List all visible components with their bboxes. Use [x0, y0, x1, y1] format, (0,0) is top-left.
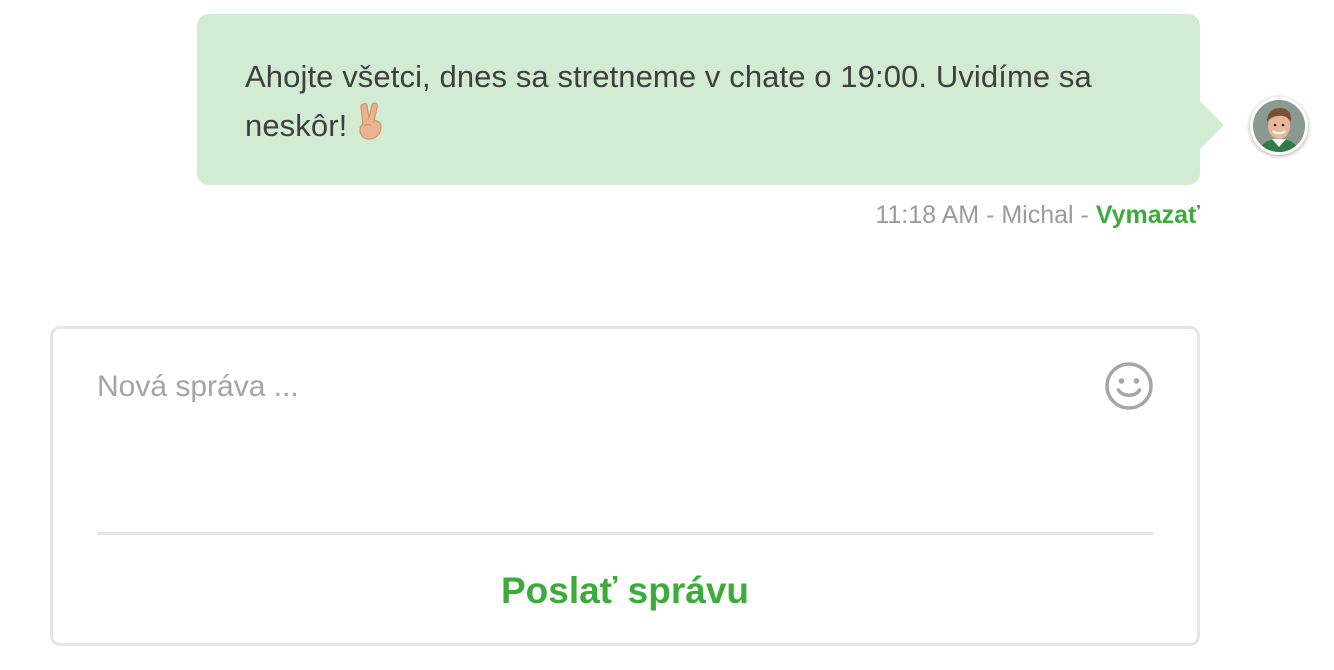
compose-box: Poslať správu [50, 326, 1200, 646]
message-meta: 11:18 AM - Michal - Vymazať [875, 201, 1200, 230]
message-time: 11:18 AM [875, 201, 980, 229]
message-author: Michal [1001, 201, 1074, 229]
meta-separator: - [979, 201, 1002, 229]
victory-hand-icon [357, 102, 385, 154]
smiley-icon[interactable] [1103, 360, 1155, 412]
avatar [1250, 97, 1308, 155]
message-text-wrapper: Ahojte všetci, dnes sa stretneme v chate… [245, 52, 1152, 154]
delete-message-link[interactable]: Vymazať [1096, 201, 1200, 229]
chat-page: Ahojte všetci, dnes sa stretneme v chate… [0, 0, 1334, 670]
meta-separator: - [1073, 201, 1096, 229]
new-message-input[interactable] [97, 361, 1077, 511]
send-message-button[interactable]: Poslať správu [97, 561, 1153, 621]
message-bubble: Ahojte všetci, dnes sa stretneme v chate… [197, 14, 1224, 185]
compose-divider [97, 532, 1153, 535]
